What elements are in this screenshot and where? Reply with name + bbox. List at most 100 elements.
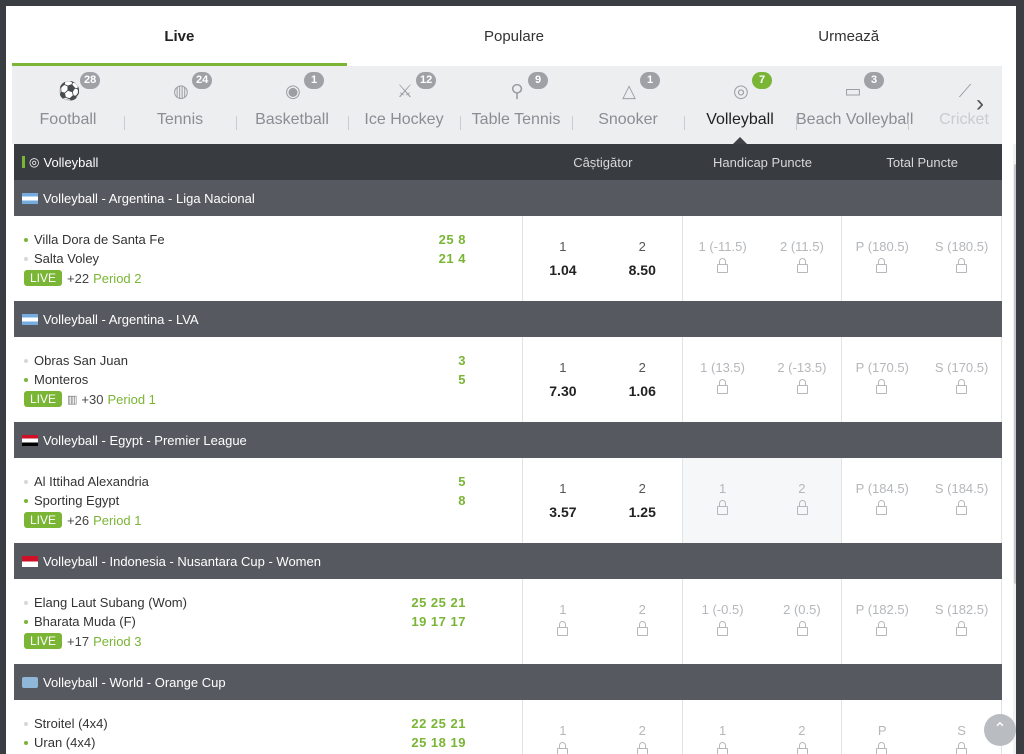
odds-cell[interactable]: 1 7.30: [523, 337, 603, 422]
lock-icon: [796, 258, 808, 273]
odds-cell[interactable]: 2 1.25: [603, 458, 683, 543]
odds-label: S (180.5): [934, 239, 989, 254]
match-teams[interactable]: Elang Laut Subang (Wom) 25 25 21 Bharata M…: [14, 579, 523, 664]
flag-icon: [22, 555, 38, 567]
lock-icon: [556, 621, 568, 636]
scroll-to-top-button[interactable]: ⌃: [984, 714, 1016, 746]
volleyball-icon: ◎: [733, 81, 749, 101]
league-header: Volleyball - Egypt - Premier League: [14, 422, 1002, 458]
sport-tab-snooker[interactable]: △ 1 Snooker: [572, 66, 684, 144]
serve-indicator: [24, 740, 28, 745]
odds-label: 1: [559, 481, 567, 496]
home-team: Elang Laut Subang (Wom): [24, 595, 187, 610]
away-team: Bharata Muda (F): [24, 614, 136, 629]
football-icon: ⚽: [58, 81, 81, 101]
odds-label: 1 (-0.5): [701, 602, 744, 617]
sport-selector: ⚽ 28 Football ◍ 24 Tennis ◉ 1 Basketball ⚔ 12 Ice H…: [12, 66, 1002, 144]
odds-label: 2: [638, 239, 646, 254]
basketball-icon: ◉: [285, 81, 301, 101]
league-name: Volleyball - Argentina - LVA: [43, 311, 199, 327]
lock-icon: [876, 500, 888, 515]
odds-cell: P (180.5): [842, 216, 922, 301]
odds-cell: S (184.5): [922, 458, 1003, 543]
away-team: Salta Voley: [24, 251, 99, 266]
lock-icon: [796, 379, 808, 394]
more-markets-count[interactable]: +26: [67, 513, 89, 528]
tab-populare[interactable]: Populare: [347, 6, 682, 66]
sport-label: Snooker: [598, 111, 658, 128]
home-team-name: Obras San Juan: [34, 353, 128, 368]
column-header-total: Total Puncte: [886, 154, 958, 170]
league-name: Volleyball - Indonesia - Nusantara Cup -…: [43, 553, 321, 569]
lock-icon: [956, 258, 968, 273]
odds-cell: P (182.5): [842, 579, 922, 664]
lock-icon: [876, 258, 888, 273]
lock-icon: [956, 742, 968, 754]
sport-label: Football: [39, 111, 97, 128]
odds-label: 2 (11.5): [780, 239, 824, 254]
match-teams[interactable]: Obras San Juan 3 Monteros 5 LIVE ▥ +30 Period 1: [14, 337, 523, 422]
away-score: 5: [458, 372, 466, 387]
odds-label: 2: [798, 481, 806, 496]
table-title: ◎ Volleyball: [14, 155, 523, 170]
more-markets-count[interactable]: +30: [81, 392, 103, 407]
odds-label: 1: [718, 723, 727, 738]
count-badge: 28: [80, 72, 101, 89]
more-markets-count[interactable]: +22: [67, 271, 89, 286]
flag-icon: [22, 313, 38, 325]
flag-icon: [22, 192, 38, 204]
more-markets-count[interactable]: +17: [67, 634, 89, 649]
match-teams[interactable]: Stroitel (4x4) 22 25 21 Uran (4x4) 25 18 19…: [14, 700, 523, 754]
sport-tab-football[interactable]: ⚽ 28 Football: [12, 66, 124, 144]
tab-live[interactable]: Live: [12, 6, 347, 66]
odds-value: 3.57: [549, 504, 577, 520]
lock-icon: [716, 379, 728, 394]
sport-tab-tennis[interactable]: ◍ 24 Tennis: [124, 66, 236, 144]
lock-icon: [636, 621, 648, 636]
sport-label: Volleyball: [706, 111, 774, 128]
away-team-name: Bharata Muda (F): [34, 614, 136, 629]
odds-label: 1: [559, 360, 567, 375]
serve-indicator: [24, 721, 28, 726]
odds-cell: 2 (-13.5): [763, 337, 843, 422]
away-team-name: Sporting Egypt: [34, 493, 120, 508]
sport-tab-table-tennis[interactable]: ⚲ 9 Table Tennis: [460, 66, 572, 144]
away-score: 21 4: [438, 251, 466, 266]
tab-urmeaza[interactable]: Urmează: [681, 6, 1016, 66]
odds-value: 8.50: [628, 262, 656, 278]
sport-tab-beach-volleyball[interactable]: ▭ 3 Beach Volleyball: [796, 66, 913, 144]
serve-indicator: [24, 479, 28, 484]
sport-tab-ice-hockey[interactable]: ⚔ 12 Ice Hockey: [348, 66, 460, 144]
odds-label: 1: [559, 239, 567, 254]
lock-icon: [716, 500, 728, 515]
match-status: LIVE +17 Period 3: [24, 633, 142, 649]
lock-icon: [956, 500, 968, 515]
away-team-name: Uran (4x4): [34, 735, 96, 750]
column-header-winner: Câștigător: [573, 154, 633, 170]
match-row: Al Ittihad Alexandria 5 Sporting Egypt 8 LIV…: [14, 458, 1003, 543]
sport-label: Ice Hockey: [364, 111, 444, 128]
home-score: 25 25 21: [411, 595, 466, 610]
odds-cell: 1 (-11.5): [683, 216, 763, 301]
table-title-text: Volleyball: [43, 154, 99, 170]
odds-cell[interactable]: 1 3.57: [523, 458, 603, 543]
sport-tab-basketball[interactable]: ◉ 1 Basketball: [236, 66, 348, 144]
odds-cell[interactable]: 2 8.50: [603, 216, 683, 301]
odds-cell[interactable]: 1 1.04: [523, 216, 603, 301]
match-teams[interactable]: Al Ittihad Alexandria 5 Sporting Egypt 8 LIV…: [14, 458, 523, 543]
odds-label: 1 (13.5): [700, 360, 745, 375]
match-period: Period 1: [93, 512, 142, 528]
match-teams[interactable]: Villa Dora de Santa Fe 25 8 Salta Voley 21 …: [14, 216, 523, 301]
match-row: Obras San Juan 3 Monteros 5 LIVE ▥ +30 Period 1…: [14, 337, 1003, 422]
odds-cell: 1: [683, 700, 763, 754]
scrollbar-thumb[interactable]: [1014, 164, 1016, 584]
odds-cell[interactable]: 2 1.06: [603, 337, 683, 422]
chevron-right-icon[interactable]: ›: [970, 86, 990, 122]
lock-icon: [636, 742, 648, 754]
chevron-up-icon: ⌃: [993, 721, 1007, 738]
odds-cell: 2: [603, 700, 683, 754]
odds-cell: P (184.5): [842, 458, 922, 543]
stats-icon[interactable]: ▥: [67, 393, 77, 406]
league-header: Volleyball - Indonesia - Nusantara Cup -…: [14, 543, 1002, 579]
sport-tab-volleyball[interactable]: ◎ 7 Volleyball: [684, 66, 796, 144]
